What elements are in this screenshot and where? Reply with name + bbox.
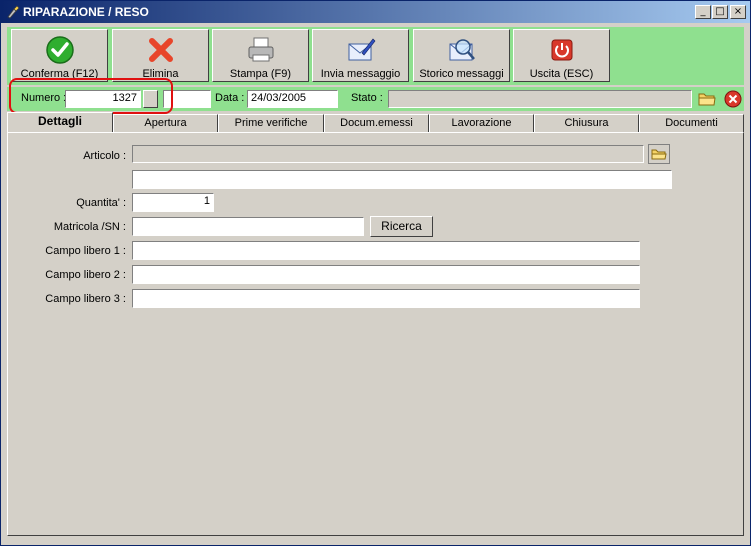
tab-lavorazione[interactable]: Lavorazione [429,114,534,133]
printer-icon [248,37,274,62]
quantita-label: Quantita' : [76,197,126,209]
articolo-field[interactable] [132,145,644,163]
mail-search-icon [449,39,475,61]
stampa-button[interactable]: Stampa (F9) [212,29,309,82]
uscita-button[interactable]: Uscita (ESC) [513,29,610,82]
check-icon [46,36,74,64]
tab-dettagli[interactable]: Dettagli [7,112,113,133]
app-icon [7,5,20,19]
elimina-button[interactable]: Elimina [112,29,209,82]
cancel-circle-icon[interactable] [724,90,742,108]
campo-libero-1-label: Campo libero 1 : [45,245,126,257]
stato-field[interactable] [388,90,692,108]
campo-libero-3-field[interactable] [132,289,640,308]
articolo-label: Articolo : [83,150,126,162]
campo-libero-1-field[interactable] [132,241,640,260]
window-title: RIPARAZIONE / RESO [23,5,149,19]
toolbar: Conferma (F12) Elimina Stampa (F9) Invia… [7,27,744,85]
articolo-folder-icon[interactable] [648,144,670,164]
data-label: Data : [215,92,245,104]
tab-apertura[interactable]: Apertura [113,114,218,133]
power-icon [551,39,573,61]
delete-x-icon [149,38,173,62]
folder-icon[interactable] [698,90,716,107]
title-bar[interactable]: RIPARAZIONE / RESO _ □ × [1,1,750,23]
stato-label: Stato : [351,92,383,104]
maximize-button[interactable]: □ [712,5,728,19]
campo-libero-3-label: Campo libero 3 : [45,293,126,305]
data-field[interactable]: 24/03/2005 [247,90,338,108]
numero-highlight [9,78,173,114]
stampa-label: Stampa (F9) [229,68,292,80]
matricola-label: Matricola /SN : [53,221,126,233]
storico-messaggi-button[interactable]: Storico messaggi [413,29,510,82]
conferma-button[interactable]: Conferma (F12) [11,29,108,82]
close-button[interactable]: × [730,5,746,19]
mail-pen-icon [348,38,376,61]
dettagli-panel: Articolo : Quantita' : 1 Matricola /SN :… [7,132,744,536]
tab-chiusura[interactable]: Chiusura [534,114,639,133]
uscita-label: Uscita (ESC) [529,68,594,80]
quantita-field[interactable]: 1 [132,193,214,212]
main-window: RIPARAZIONE / RESO _ □ × Conferma (F12) … [0,0,751,546]
minimize-button[interactable]: _ [695,5,711,19]
invia-messaggio-label: Invia messaggio [320,68,401,80]
tab-strip: Dettagli Apertura Prime verifiche Docum.… [7,112,744,133]
ricerca-button[interactable]: Ricerca [370,216,433,237]
tab-prime-verifiche[interactable]: Prime verifiche [218,114,324,133]
storico-messaggi-label: Storico messaggi [419,68,504,80]
invia-messaggio-button[interactable]: Invia messaggio [312,29,409,82]
campo-libero-2-field[interactable] [132,265,640,284]
articolo-descrizione-field[interactable] [132,170,672,189]
tab-docum-emessi[interactable]: Docum.emessi [324,114,429,133]
matricola-field[interactable] [132,217,364,236]
campo-libero-2-label: Campo libero 2 : [45,269,126,281]
tab-documenti[interactable]: Documenti [639,114,744,133]
